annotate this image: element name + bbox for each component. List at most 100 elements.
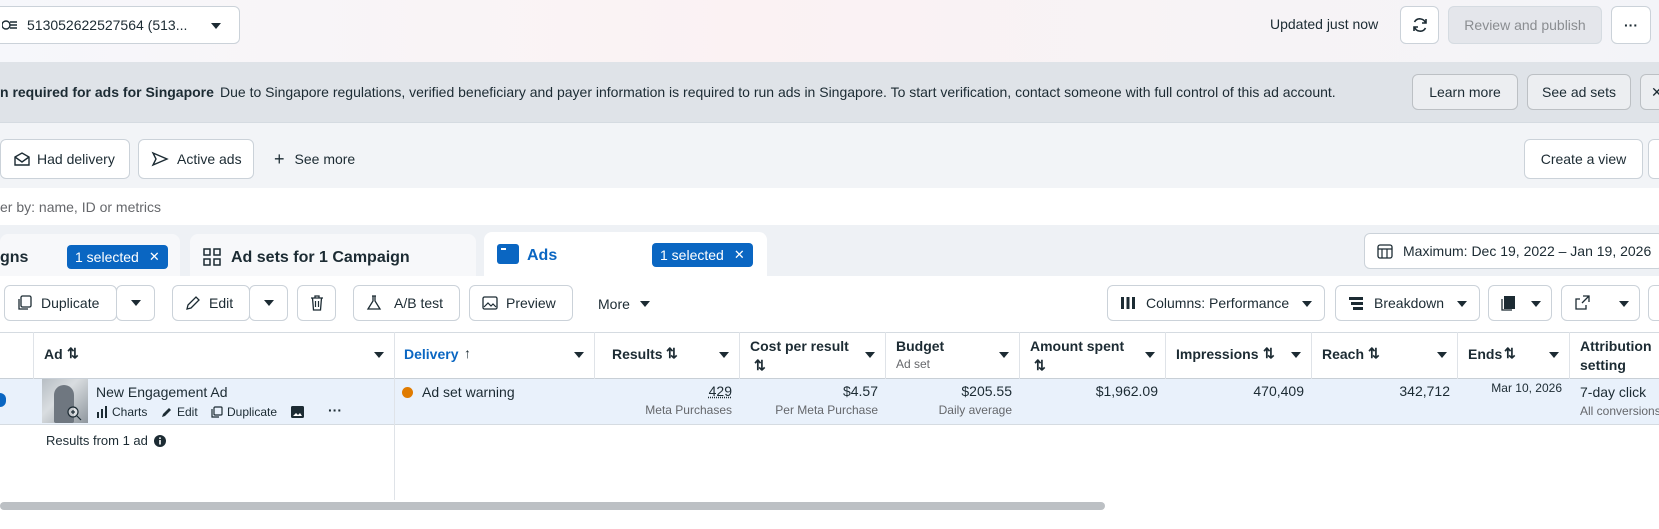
close-banner-button[interactable]: ✕ xyxy=(1640,74,1659,110)
ad-thumbnail[interactable] xyxy=(42,379,88,423)
attribution-cell: 7-day click All conversions xyxy=(1580,384,1659,418)
review-and-publish-label: Review and publish xyxy=(1464,17,1585,33)
duplicate-button[interactable]: Duplicate xyxy=(4,285,117,321)
active-ads-filter[interactable]: Active ads xyxy=(138,139,254,179)
see-ad-sets-label: See ad sets xyxy=(1542,84,1616,100)
sort-icon: ⇅ xyxy=(1504,345,1516,362)
columns-button[interactable]: Columns: Performance xyxy=(1107,285,1325,321)
breakdown-button[interactable]: Breakdown xyxy=(1335,285,1480,321)
preview-button[interactable]: Preview xyxy=(469,285,573,321)
account-selector[interactable]: 513052622527564 (513... xyxy=(0,6,240,44)
chevron-down-icon[interactable] xyxy=(374,352,384,358)
date-range-label: Maximum: Dec 19, 2022 – Jan 19, 2026 xyxy=(1403,243,1651,259)
chevron-down-icon xyxy=(264,300,274,306)
sort-icon: ⇅ xyxy=(1368,345,1380,362)
ad-duplicate-link[interactable]: Duplicate xyxy=(211,405,277,419)
delete-button[interactable] xyxy=(297,285,336,321)
export-button[interactable] xyxy=(1561,285,1640,321)
duplicate-icon xyxy=(211,406,223,418)
column-header-results-label: Results xyxy=(612,346,663,362)
column-header-cost-per-result[interactable]: Cost per result ⇅ xyxy=(740,332,886,379)
ads-selected-badge[interactable]: 1 selected ✕ xyxy=(652,243,753,267)
view-options-button[interactable] xyxy=(1648,139,1659,179)
close-icon[interactable]: ✕ xyxy=(149,249,160,265)
image-icon[interactable] xyxy=(291,406,304,418)
learn-more-button[interactable]: Learn more xyxy=(1412,74,1518,110)
zoom-icon xyxy=(66,405,82,421)
column-header-amount-spent[interactable]: Amount spent ⇅ xyxy=(1020,332,1166,379)
refresh-button[interactable] xyxy=(1400,6,1439,44)
cost-per-result-cell: $4.57 Per Meta Purchase xyxy=(740,383,878,417)
chevron-down-icon[interactable] xyxy=(1549,352,1559,358)
attribution-subtext: All conversions xyxy=(1580,404,1659,418)
ad-charts-link[interactable]: Charts xyxy=(96,405,147,419)
row-more-icon[interactable]: ··· xyxy=(328,402,342,418)
results-value[interactable]: 429 xyxy=(595,383,732,399)
send-icon xyxy=(151,151,169,167)
pencil-icon xyxy=(185,295,201,311)
ad-edit-link[interactable]: Edit xyxy=(161,405,198,419)
reports-button[interactable] xyxy=(1488,285,1552,321)
search-input[interactable]: er by: name, ID or metrics xyxy=(0,199,161,215)
ad-duplicate-label: Duplicate xyxy=(227,405,277,419)
edit-button[interactable]: Edit xyxy=(172,285,250,321)
toolbar-extra-button[interactable] xyxy=(1648,285,1659,321)
column-header-impressions[interactable]: Impressions ⇅ xyxy=(1166,332,1312,379)
close-icon: ✕ xyxy=(1651,84,1659,101)
edit-label: Edit xyxy=(209,295,233,311)
column-header-attribution[interactable]: Attribution setting xyxy=(1570,332,1659,379)
edit-dropdown-button[interactable] xyxy=(249,285,288,321)
column-header-budget[interactable]: Budget Ad set xyxy=(886,332,1020,379)
review-and-publish-button[interactable]: Review and publish xyxy=(1448,6,1602,44)
column-header-reach-label: Reach xyxy=(1322,346,1364,362)
refresh-icon xyxy=(1411,16,1429,34)
column-header-attribution-label-2: setting xyxy=(1580,357,1626,373)
column-header-edge xyxy=(0,332,34,379)
had-delivery-filter[interactable]: Had delivery xyxy=(0,139,130,179)
results-subtext: Meta Purchases xyxy=(595,403,732,417)
column-divider xyxy=(394,379,395,500)
chevron-down-icon[interactable] xyxy=(1291,352,1301,358)
chevron-down-icon[interactable] xyxy=(1437,352,1447,358)
calendar-icon xyxy=(1377,243,1393,259)
sort-icon: ⇅ xyxy=(1034,357,1046,374)
see-ad-sets-button[interactable]: See ad sets xyxy=(1527,74,1631,110)
column-header-results[interactable]: Results ⇅ xyxy=(595,332,740,379)
ab-test-label: A/B test xyxy=(394,295,443,311)
trash-icon xyxy=(309,294,325,312)
info-icon[interactable] xyxy=(154,435,166,447)
chevron-down-icon xyxy=(1531,301,1541,307)
see-more-button[interactable]: + See more xyxy=(274,151,355,167)
column-header-amount-spent-label: Amount spent xyxy=(1030,338,1124,354)
chevron-down-icon[interactable] xyxy=(574,352,584,358)
chevron-down-icon[interactable] xyxy=(999,352,1009,358)
chevron-down-icon xyxy=(1302,301,1312,307)
close-icon[interactable]: ✕ xyxy=(734,247,745,263)
chevron-down-icon[interactable] xyxy=(1145,352,1155,358)
column-header-reach[interactable]: Reach ⇅ xyxy=(1312,332,1458,379)
scrollbar-thumb[interactable] xyxy=(0,502,1105,510)
grid-icon xyxy=(202,247,222,267)
more-options-button[interactable]: ··· xyxy=(1611,6,1651,44)
breakdown-icon xyxy=(1348,296,1364,310)
column-header-delivery[interactable]: Delivery ↑ xyxy=(395,332,595,379)
duplicate-label: Duplicate xyxy=(41,295,99,311)
column-header-ad[interactable]: Ad ⇅ xyxy=(34,332,395,379)
columns-label: Columns: Performance xyxy=(1146,295,1289,311)
reach-cell: 342,712 xyxy=(1312,383,1450,399)
budget-cell: $205.55 Daily average xyxy=(886,383,1012,417)
date-range-picker[interactable]: Maximum: Dec 19, 2022 – Jan 19, 2026 xyxy=(1364,233,1659,269)
create-view-button[interactable]: Create a view xyxy=(1524,139,1643,179)
campaigns-selected-badge[interactable]: 1 selected ✕ xyxy=(67,245,168,269)
more-actions-button[interactable]: More xyxy=(598,296,650,312)
chevron-down-icon[interactable] xyxy=(865,352,875,358)
duplicate-dropdown-button[interactable] xyxy=(116,285,155,321)
learn-more-label: Learn more xyxy=(1429,84,1501,100)
ends-value: Mar 10, 2026 xyxy=(1458,381,1562,395)
column-header-ends[interactable]: Ends ⇅ xyxy=(1458,332,1570,379)
ad-name[interactable]: New Engagement Ad xyxy=(96,384,228,400)
ab-test-button[interactable]: A/B test xyxy=(353,285,460,321)
cost-subtext: Per Meta Purchase xyxy=(740,403,878,417)
chevron-down-icon xyxy=(211,23,221,29)
chevron-down-icon[interactable] xyxy=(719,352,729,358)
